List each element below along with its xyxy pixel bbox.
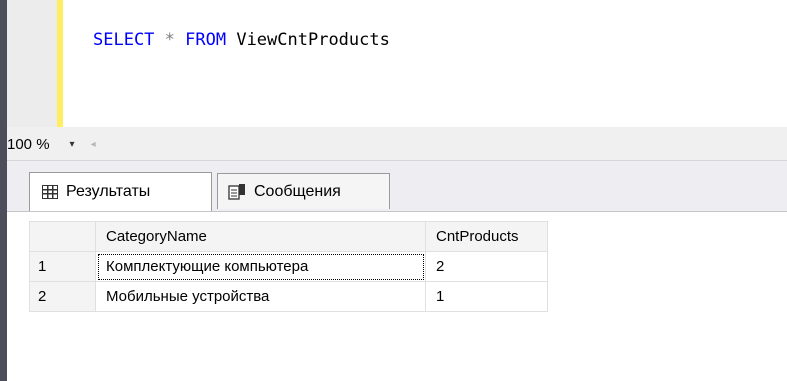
messages-icon [228,183,246,201]
zoom-dropdown-icon[interactable]: ▾ [70,139,75,150]
tab-messages-label: Сообщения [254,182,341,200]
editor-left-margin-bar [0,0,7,381]
scroll-left-arrow-icon[interactable]: ◂ [91,139,96,150]
table-row[interactable]: 2 Мобильные устройства 1 [29,281,548,312]
results-tab-strip: Результаты Сообщения [7,161,787,212]
sql-identifier-view: ViewCntProducts [226,30,390,50]
table-cell[interactable]: Мобильные устройства [95,281,426,312]
row-number-header[interactable] [29,221,96,252]
table-cell[interactable]: 1 [425,281,548,312]
tab-messages[interactable]: Сообщения [217,173,390,209]
sql-keyword-select: SELECT [93,30,155,50]
editor-gutter [7,0,57,127]
results-table: CategoryName CntProducts 1 Комплектующие… [29,221,548,312]
zoom-control[interactable]: 100 % ▾ ◂ [7,134,96,154]
grid-icon [42,185,58,199]
row-number[interactable]: 2 [29,281,96,312]
column-header-cntproducts[interactable]: CntProducts [425,221,548,252]
query-line[interactable]: SELECT * FROM ViewCntProducts [93,30,390,50]
results-pane: Результаты Сообщения CategoryName CntPro… [7,161,787,381]
row-number[interactable]: 1 [29,251,96,282]
table-row[interactable]: 1 Комплектующие компьютера 2 [29,251,548,282]
results-grid[interactable]: CategoryName CntProducts 1 Комплектующие… [29,221,548,312]
tab-results[interactable]: Результаты [29,172,212,211]
tab-results-label: Результаты [66,183,151,200]
table-header-row: CategoryName CntProducts [29,221,548,252]
table-cell[interactable]: Комплектующие компьютера [95,251,426,282]
editor-status-strip: 100 % ▾ ◂ [7,127,787,161]
query-editor[interactable]: SELECT * FROM ViewCntProducts [63,0,787,127]
sql-operator-star: * [154,30,186,50]
zoom-value[interactable]: 100 % [7,136,50,153]
sql-keyword-from: FROM [185,30,227,50]
table-cell[interactable]: 2 [425,251,548,282]
column-header-categoryname[interactable]: CategoryName [95,221,426,252]
